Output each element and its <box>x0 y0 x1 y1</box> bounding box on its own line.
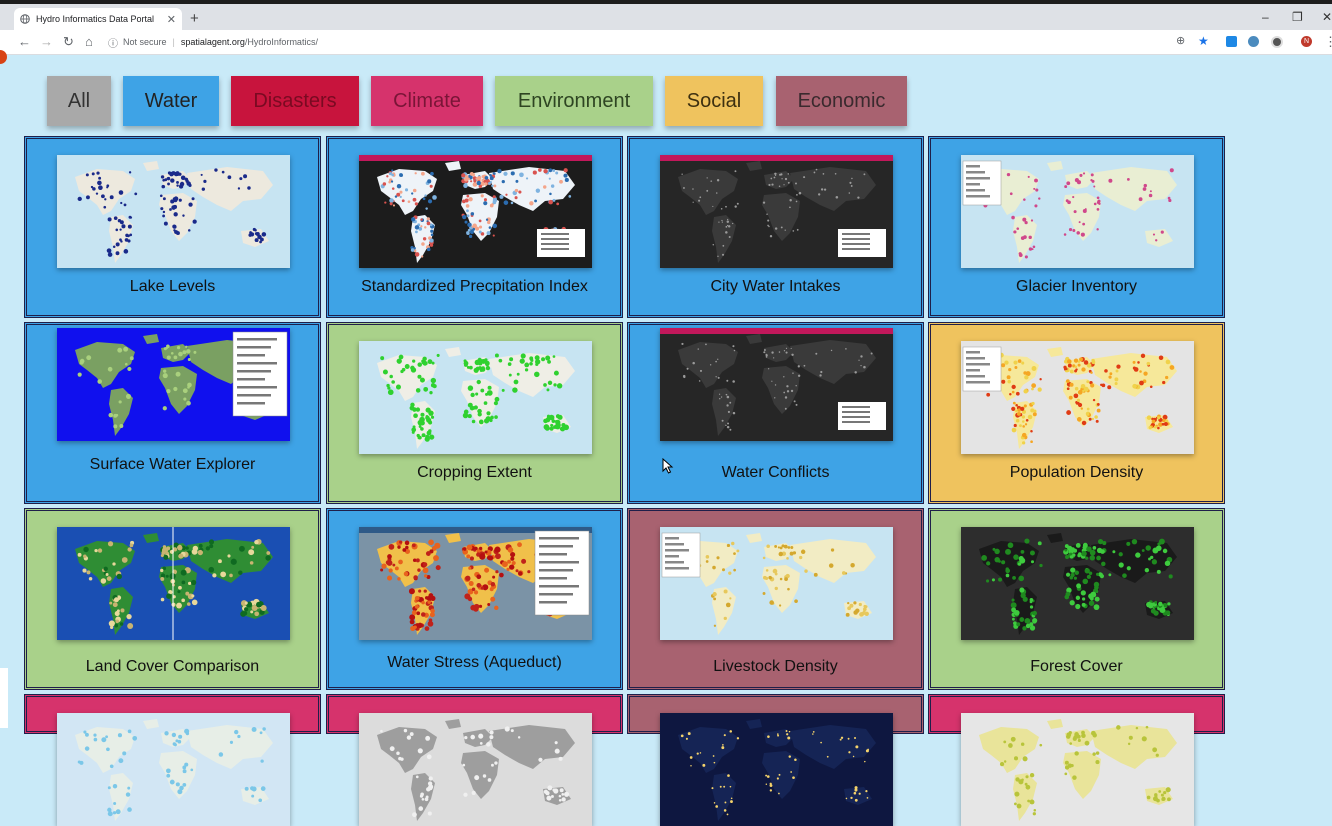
bookmark-star-icon[interactable]: ★ <box>1198 34 1209 48</box>
restore-icon[interactable]: ❐ <box>1292 10 1303 24</box>
url-path: /HydroInformatics/ <box>244 37 318 47</box>
menu-icon[interactable]: ⋮ <box>1324 34 1332 50</box>
map-thumbnail[interactable] <box>359 155 592 268</box>
dataset-card[interactable]: Water Stress (Aqueduct) <box>326 508 623 690</box>
address-bar: ← → ↻ ⌂ ⓘ Not secure | spatialagent.org … <box>0 30 1332 55</box>
filter-button-water[interactable]: Water <box>123 76 219 126</box>
map-thumbnail[interactable] <box>961 341 1194 454</box>
tab-strip: Hydro Informatics Data Portal ✕ + – ❐ ✕ <box>0 4 1332 30</box>
dataset-card-label: City Water Intakes <box>710 278 841 295</box>
info-icon[interactable]: ⓘ <box>108 35 118 50</box>
map-thumbnail[interactable] <box>961 527 1194 640</box>
left-edge-panel <box>0 668 8 728</box>
new-tab-button[interactable]: + <box>190 10 199 27</box>
dataset-card[interactable]: City Water Intakes <box>627 136 924 318</box>
map-thumbnail[interactable] <box>57 328 290 441</box>
map-thumbnail[interactable] <box>359 341 592 454</box>
globe-extension-icon[interactable] <box>1248 36 1259 47</box>
map-thumbnail[interactable] <box>660 713 893 826</box>
dataset-card[interactable]: Lake Levels <box>24 136 321 318</box>
map-thumbnail[interactable] <box>57 527 290 640</box>
map-thumbnail[interactable] <box>961 713 1194 826</box>
dataset-card-label: Land Cover Comparison <box>85 658 260 675</box>
dataset-card[interactable]: Cropping Extent <box>326 322 623 504</box>
dataset-card[interactable]: Standardized Precpitation Index <box>326 136 623 318</box>
dataset-card-label: Surface Water Explorer <box>89 456 256 473</box>
dataset-card[interactable]: Livestock Density <box>627 508 924 690</box>
dataset-card[interactable]: Water Conflicts <box>627 322 924 504</box>
dataset-card-label: Cropping Extent <box>417 464 532 481</box>
map-thumbnail[interactable] <box>57 155 290 268</box>
filter-button-social[interactable]: Social <box>665 76 763 126</box>
dataset-card-label: Lake Levels <box>129 278 216 295</box>
profile-avatar[interactable]: N <box>1301 36 1312 47</box>
close-window-icon[interactable]: ✕ <box>1322 10 1332 24</box>
dataset-card[interactable] <box>627 694 924 826</box>
tab-title: Hydro Informatics Data Portal <box>36 14 155 24</box>
dataset-card[interactable] <box>326 694 623 826</box>
reload-icon[interactable]: ↻ <box>63 34 74 50</box>
close-tab-icon[interactable]: ✕ <box>167 13 176 26</box>
map-thumbnail[interactable] <box>961 155 1194 268</box>
url-host: spatialagent.org <box>180 37 245 47</box>
dataset-card[interactable]: Forest Cover <box>928 508 1225 690</box>
map-thumbnail[interactable] <box>660 328 893 441</box>
circle-extension-icon[interactable] <box>1271 36 1283 48</box>
zoom-icon[interactable]: ⊕ <box>1176 34 1185 47</box>
map-thumbnail[interactable] <box>359 527 592 640</box>
back-icon[interactable]: ← <box>18 34 31 49</box>
url-field[interactable]: ⓘ Not secure | spatialagent.org /HydroIn… <box>108 33 1198 51</box>
map-thumbnail[interactable] <box>57 713 290 826</box>
filter-button-all[interactable]: All <box>47 76 111 126</box>
forward-icon[interactable]: → <box>40 34 53 49</box>
filter-button-disasters[interactable]: Disasters <box>231 76 359 126</box>
dataset-card[interactable] <box>24 694 321 826</box>
mouse-cursor-icon <box>662 458 674 474</box>
windows-extension-icon[interactable] <box>1226 36 1237 47</box>
side-badge-icon <box>0 50 7 64</box>
minimize-icon[interactable]: – <box>1262 10 1269 24</box>
dataset-card-label: Water Stress (Aqueduct) <box>387 654 562 671</box>
filter-button-environment[interactable]: Environment <box>495 76 653 126</box>
dataset-card-label: Forest Cover <box>1030 658 1123 675</box>
browser-tab[interactable]: Hydro Informatics Data Portal ✕ <box>14 8 182 30</box>
url-separator: | <box>172 37 175 47</box>
security-label: Not secure <box>123 37 167 47</box>
dataset-card[interactable]: Population Density <box>928 322 1225 504</box>
dataset-card[interactable]: Glacier Inventory <box>928 136 1225 318</box>
filter-button-climate[interactable]: Climate <box>371 76 483 126</box>
map-thumbnail[interactable] <box>660 155 893 268</box>
globe-icon <box>20 14 30 24</box>
map-thumbnail[interactable] <box>660 527 893 640</box>
dataset-card[interactable]: Land Cover Comparison <box>24 508 321 690</box>
filter-button-economic[interactable]: Economic <box>776 76 907 126</box>
dataset-card[interactable] <box>928 694 1225 826</box>
map-thumbnail[interactable] <box>359 713 592 826</box>
dataset-card-label: Standardized Precpitation Index <box>361 278 588 295</box>
home-icon[interactable]: ⌂ <box>85 34 93 49</box>
dataset-card-label: Livestock Density <box>713 658 838 675</box>
dataset-card-label: Glacier Inventory <box>1016 278 1137 295</box>
dataset-card[interactable]: Surface Water Explorer <box>24 322 321 504</box>
dataset-card-label: Population Density <box>1009 464 1144 481</box>
